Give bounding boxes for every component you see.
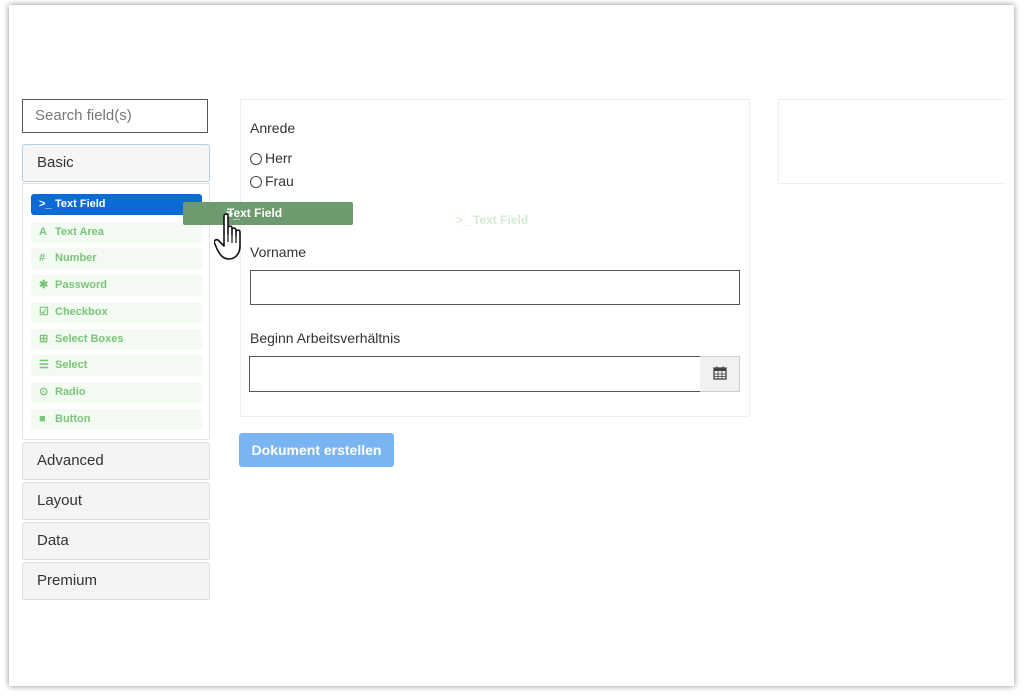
calendar-icon bbox=[712, 366, 727, 380]
radio-circle-icon[interactable] bbox=[250, 153, 262, 165]
field-number[interactable]: # Number bbox=[31, 248, 202, 269]
dragging-text-field[interactable]: Text Field bbox=[183, 202, 353, 225]
search-field-input[interactable]: Search field(s) bbox=[22, 99, 208, 133]
vorname-input[interactable] bbox=[250, 270, 740, 305]
field-text-field[interactable]: >_ Text Field bbox=[31, 194, 202, 215]
field-password[interactable]: ✱ Password bbox=[31, 275, 202, 296]
terminal-icon: >_ bbox=[456, 213, 470, 227]
dokument-erstellen-button[interactable]: Dokument erstellen bbox=[239, 433, 394, 467]
stop-square-icon: ■ bbox=[39, 413, 46, 425]
hash-icon: # bbox=[39, 252, 46, 264]
list-icon: ☰ bbox=[39, 359, 49, 371]
item-label: Select Boxes bbox=[55, 333, 124, 345]
item-label: Select bbox=[55, 359, 88, 371]
field-text-area[interactable]: A Text Area bbox=[31, 222, 202, 243]
hand-pointer-icon bbox=[214, 213, 241, 260]
asterisk-icon: ✱ bbox=[39, 279, 49, 291]
secondary-drop-zone bbox=[778, 99, 1006, 184]
field-button[interactable]: ■ Button bbox=[31, 409, 202, 430]
radio-herr[interactable]: Herr bbox=[250, 150, 292, 166]
group-layout[interactable]: Layout bbox=[22, 482, 210, 520]
field-checkbox[interactable]: ☑ Checkbox bbox=[31, 302, 202, 323]
field-select[interactable]: ☰ Select bbox=[31, 355, 202, 376]
terminal-icon: >_ bbox=[39, 198, 52, 210]
drop-placeholder-label: Text Field bbox=[473, 213, 529, 227]
checkbox-icon: ☑ bbox=[39, 306, 49, 318]
group-advanced[interactable]: Advanced bbox=[22, 442, 210, 480]
vorname-label: Vorname bbox=[250, 244, 307, 260]
item-label: Number bbox=[55, 252, 97, 264]
radio-frau[interactable]: Frau bbox=[250, 173, 294, 189]
item-label: Button bbox=[55, 413, 91, 425]
radio-label: Herr bbox=[265, 150, 293, 166]
plus-square-icon: ⊞ bbox=[39, 333, 49, 345]
item-label: Password bbox=[55, 279, 107, 291]
drop-placeholder: >_ Text Field bbox=[456, 213, 528, 227]
item-label: Text Area bbox=[55, 226, 104, 238]
group-basic[interactable]: Basic bbox=[22, 144, 210, 182]
item-label: Text Field bbox=[55, 198, 106, 210]
beginn-label: Beginn Arbeitsverhältnis bbox=[250, 330, 401, 346]
radio-dot-icon: ⊙ bbox=[39, 386, 49, 398]
calendar-button[interactable] bbox=[700, 356, 740, 392]
font-icon: A bbox=[39, 226, 47, 238]
radio-circle-icon[interactable] bbox=[250, 176, 262, 188]
radio-label: Frau bbox=[265, 173, 294, 189]
field-select-boxes[interactable]: ⊞ Select Boxes bbox=[31, 329, 202, 350]
field-radio[interactable]: ⊙ Radio bbox=[31, 382, 202, 403]
group-premium[interactable]: Premium bbox=[22, 562, 210, 600]
item-label: Checkbox bbox=[55, 306, 108, 318]
item-label: Radio bbox=[55, 386, 86, 398]
group-data[interactable]: Data bbox=[22, 522, 210, 560]
anrede-label: Anrede bbox=[250, 120, 296, 136]
beginn-date-input[interactable] bbox=[249, 356, 701, 392]
